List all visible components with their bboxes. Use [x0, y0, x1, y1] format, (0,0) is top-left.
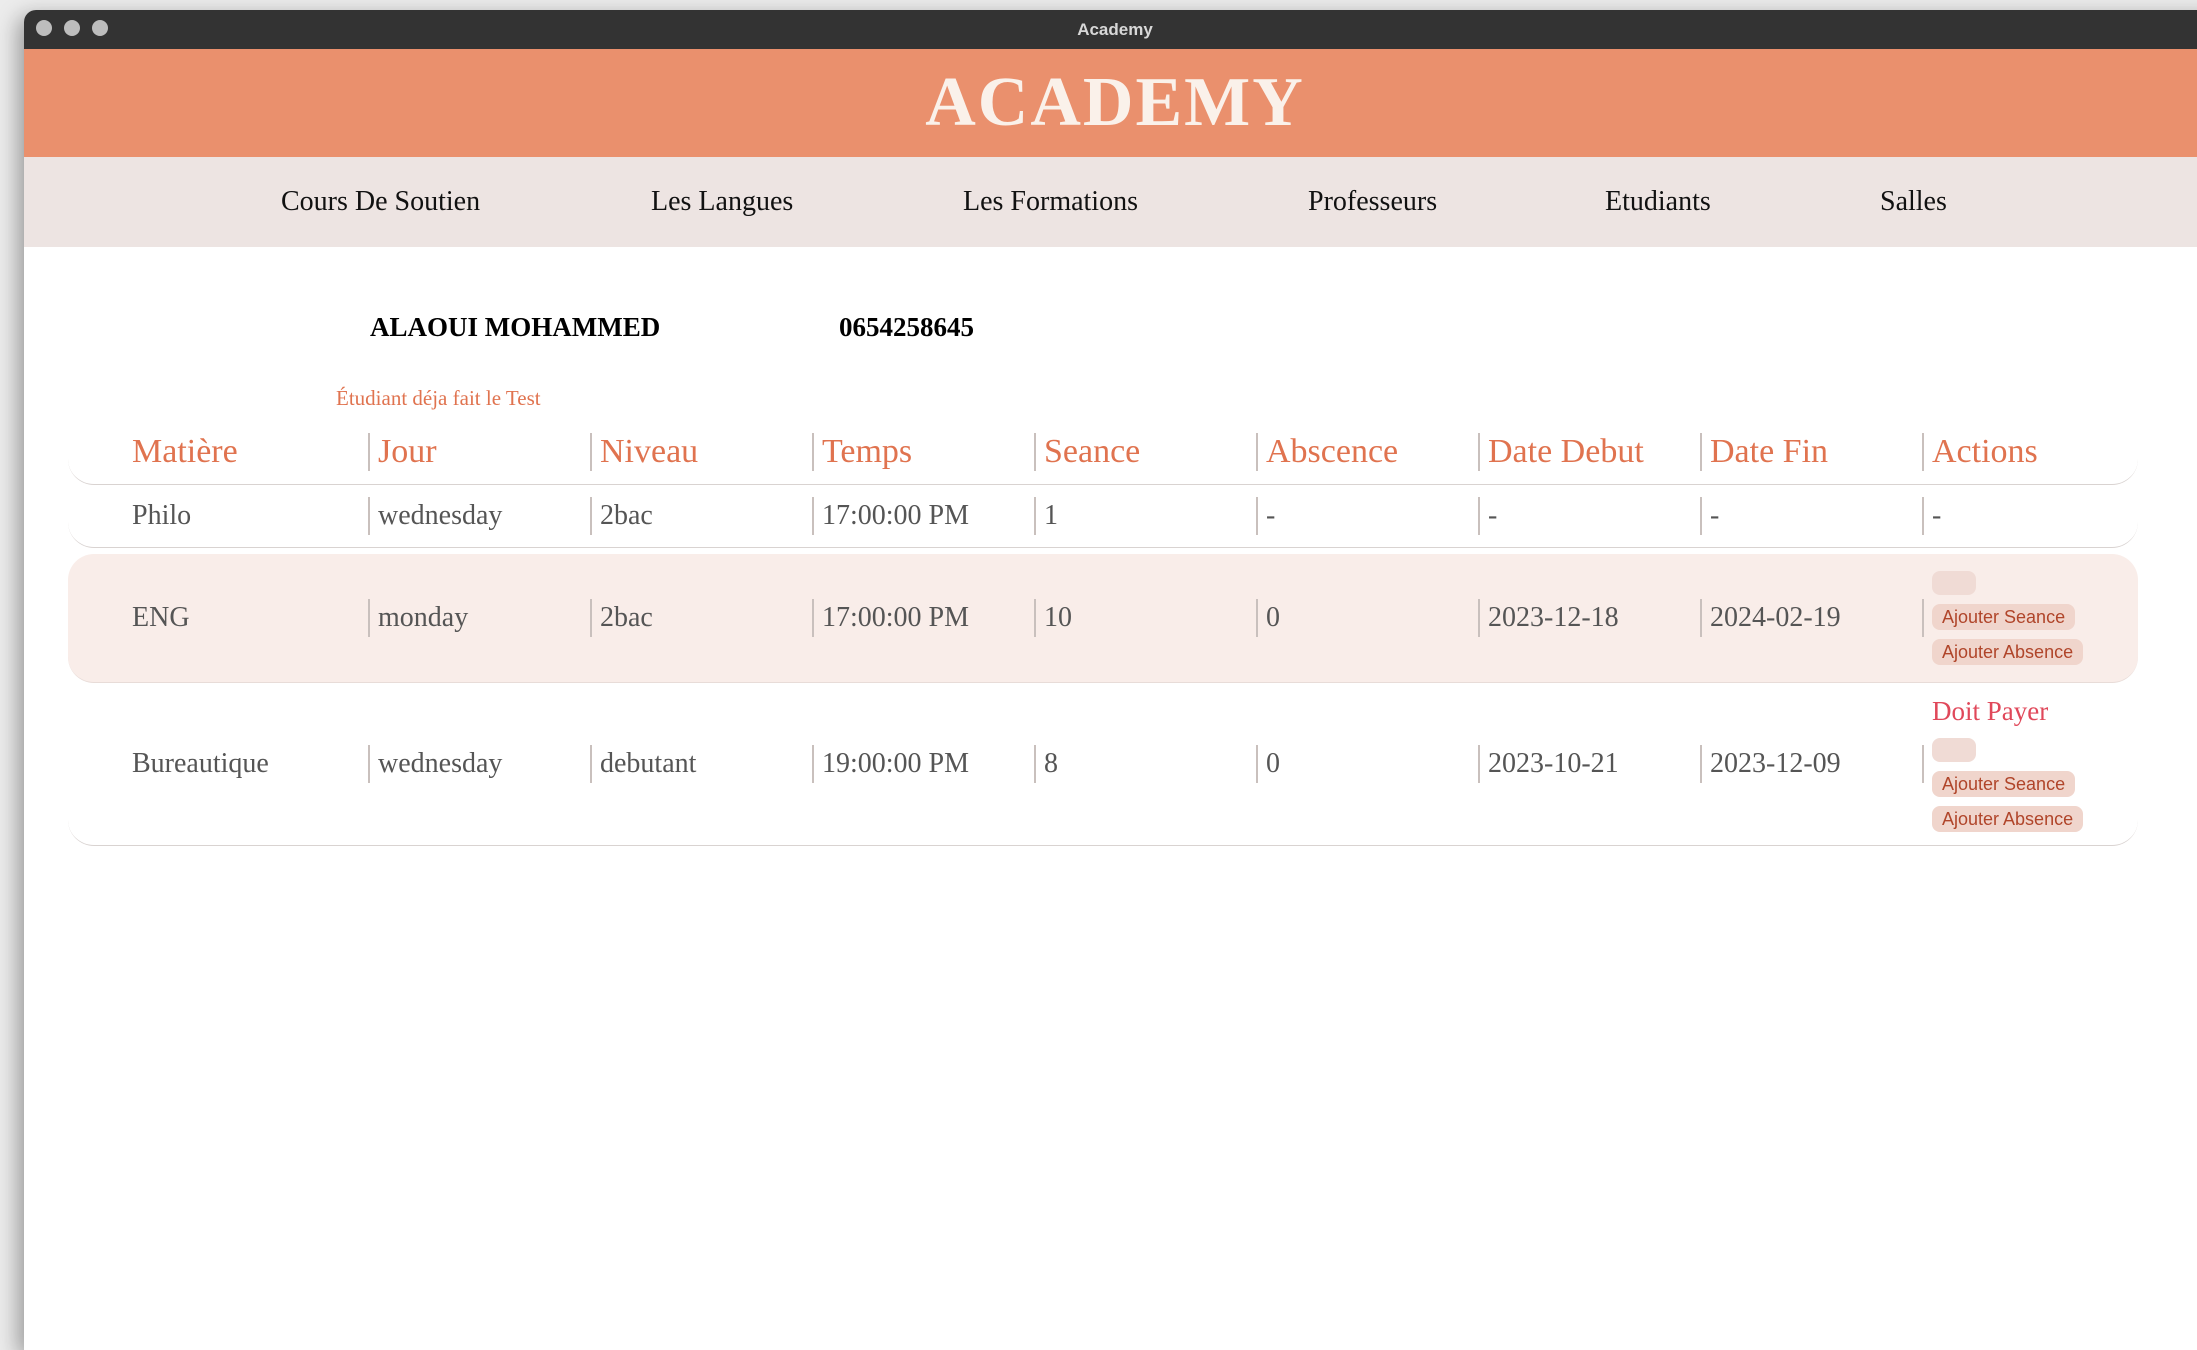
row-actions: Doit Payer Ajouter Seance Ajouter Absenc…	[1932, 683, 2084, 845]
nav-item-les-formations[interactable]: Les Formations	[963, 157, 1138, 247]
row-actions: Ajouter Seance Ajouter Absence	[1932, 554, 2084, 682]
cell-date-debut: -	[1478, 485, 1497, 547]
cell-abscence: 0	[1256, 683, 1280, 845]
cell-abscence: -	[1256, 485, 1275, 547]
header-banner: ACADEMY	[24, 49, 2197, 157]
ajouter-absence-button[interactable]: Ajouter Absence	[1932, 806, 2084, 832]
column-header-seance: Seance	[1034, 420, 1140, 484]
cell-niveau: 2bac	[590, 554, 653, 682]
window-title: Academy	[1077, 20, 1153, 39]
cell-jour: wednesday	[368, 683, 502, 845]
cell-date-fin: 2024-02-19	[1700, 554, 1841, 682]
cell-matiere: Bureautique	[132, 748, 269, 779]
nav-item-etudiants[interactable]: Etudiants	[1605, 157, 1711, 247]
cell-jour: wednesday	[368, 485, 502, 547]
student-phone: 0654258645	[839, 312, 974, 342]
cell-actions: -	[1922, 485, 1941, 547]
nav-item-cours-de-soutien[interactable]: Cours De Soutien	[281, 157, 480, 247]
cell-date-debut: 2023-12-18	[1478, 554, 1619, 682]
cell-date-fin: 2023-12-09	[1700, 683, 1841, 845]
student-name: ALAOUI MOHAMMED	[370, 312, 661, 342]
column-header-date-debut: Date Debut	[1478, 420, 1644, 484]
cell-matiere: ENG	[132, 602, 190, 633]
table-row: Bureautique wednesday debutant 19:00:00 …	[68, 683, 2138, 846]
column-header-abscence: Abscence	[1256, 420, 1398, 484]
ajouter-absence-button[interactable]: Ajouter Absence	[1932, 639, 2084, 665]
empty-action-button[interactable]	[1932, 738, 1976, 762]
column-header-actions: Actions	[1922, 420, 2038, 484]
cell-abscence: 0	[1256, 554, 1280, 682]
courses-table: Matière Jour Niveau Temps Seance Abscenc…	[68, 420, 2138, 846]
column-header-niveau: Niveau	[590, 420, 698, 484]
title-bar: Academy	[24, 10, 2197, 49]
cell-temps: 19:00:00 PM	[812, 683, 969, 845]
cell-seance: 10	[1034, 554, 1072, 682]
payment-due-status: Doit Payer	[1932, 696, 2049, 726]
cell-seance: 1	[1034, 485, 1058, 547]
nav-item-professeurs[interactable]: Professeurs	[1308, 157, 1437, 247]
cell-niveau: debutant	[590, 683, 696, 845]
ajouter-seance-button[interactable]: Ajouter Seance	[1932, 771, 2076, 797]
test-status-note: Étudiant déja fait le Test	[336, 386, 541, 410]
cell-niveau: 2bac	[590, 485, 653, 547]
cell-temps: 17:00:00 PM	[812, 554, 969, 682]
cell-date-debut: 2023-10-21	[1478, 683, 1619, 845]
academy-logo[interactable]: ACADEMY	[925, 49, 1305, 157]
app-window: Academy ACADEMY Cours De Soutien Les Lan…	[24, 10, 2197, 1350]
column-header-jour: Jour	[368, 420, 437, 484]
column-header-matiere: Matière	[132, 433, 238, 470]
column-header-temps: Temps	[812, 420, 912, 484]
table-row: Philo wednesday 2bac 17:00:00 PM 1 - - -…	[68, 485, 2138, 548]
nav-item-les-langues[interactable]: Les Langues	[651, 157, 793, 247]
cell-matiere: Philo	[132, 500, 192, 531]
cell-seance: 8	[1034, 683, 1058, 845]
nav-item-salles[interactable]: Salles	[1880, 157, 1947, 247]
cell-jour: monday	[368, 554, 468, 682]
ajouter-seance-button[interactable]: Ajouter Seance	[1932, 604, 2076, 630]
table-row: ENG monday 2bac 17:00:00 PM 10 0 2023-12…	[68, 554, 2138, 683]
empty-action-button[interactable]	[1932, 571, 1976, 595]
cell-temps: 17:00:00 PM	[812, 485, 969, 547]
column-header-date-fin: Date Fin	[1700, 420, 1828, 484]
cell-date-fin: -	[1700, 485, 1719, 547]
main-nav: Cours De Soutien Les Langues Les Formati…	[24, 157, 2197, 247]
table-header-row: Matière Jour Niveau Temps Seance Abscenc…	[68, 420, 2138, 485]
